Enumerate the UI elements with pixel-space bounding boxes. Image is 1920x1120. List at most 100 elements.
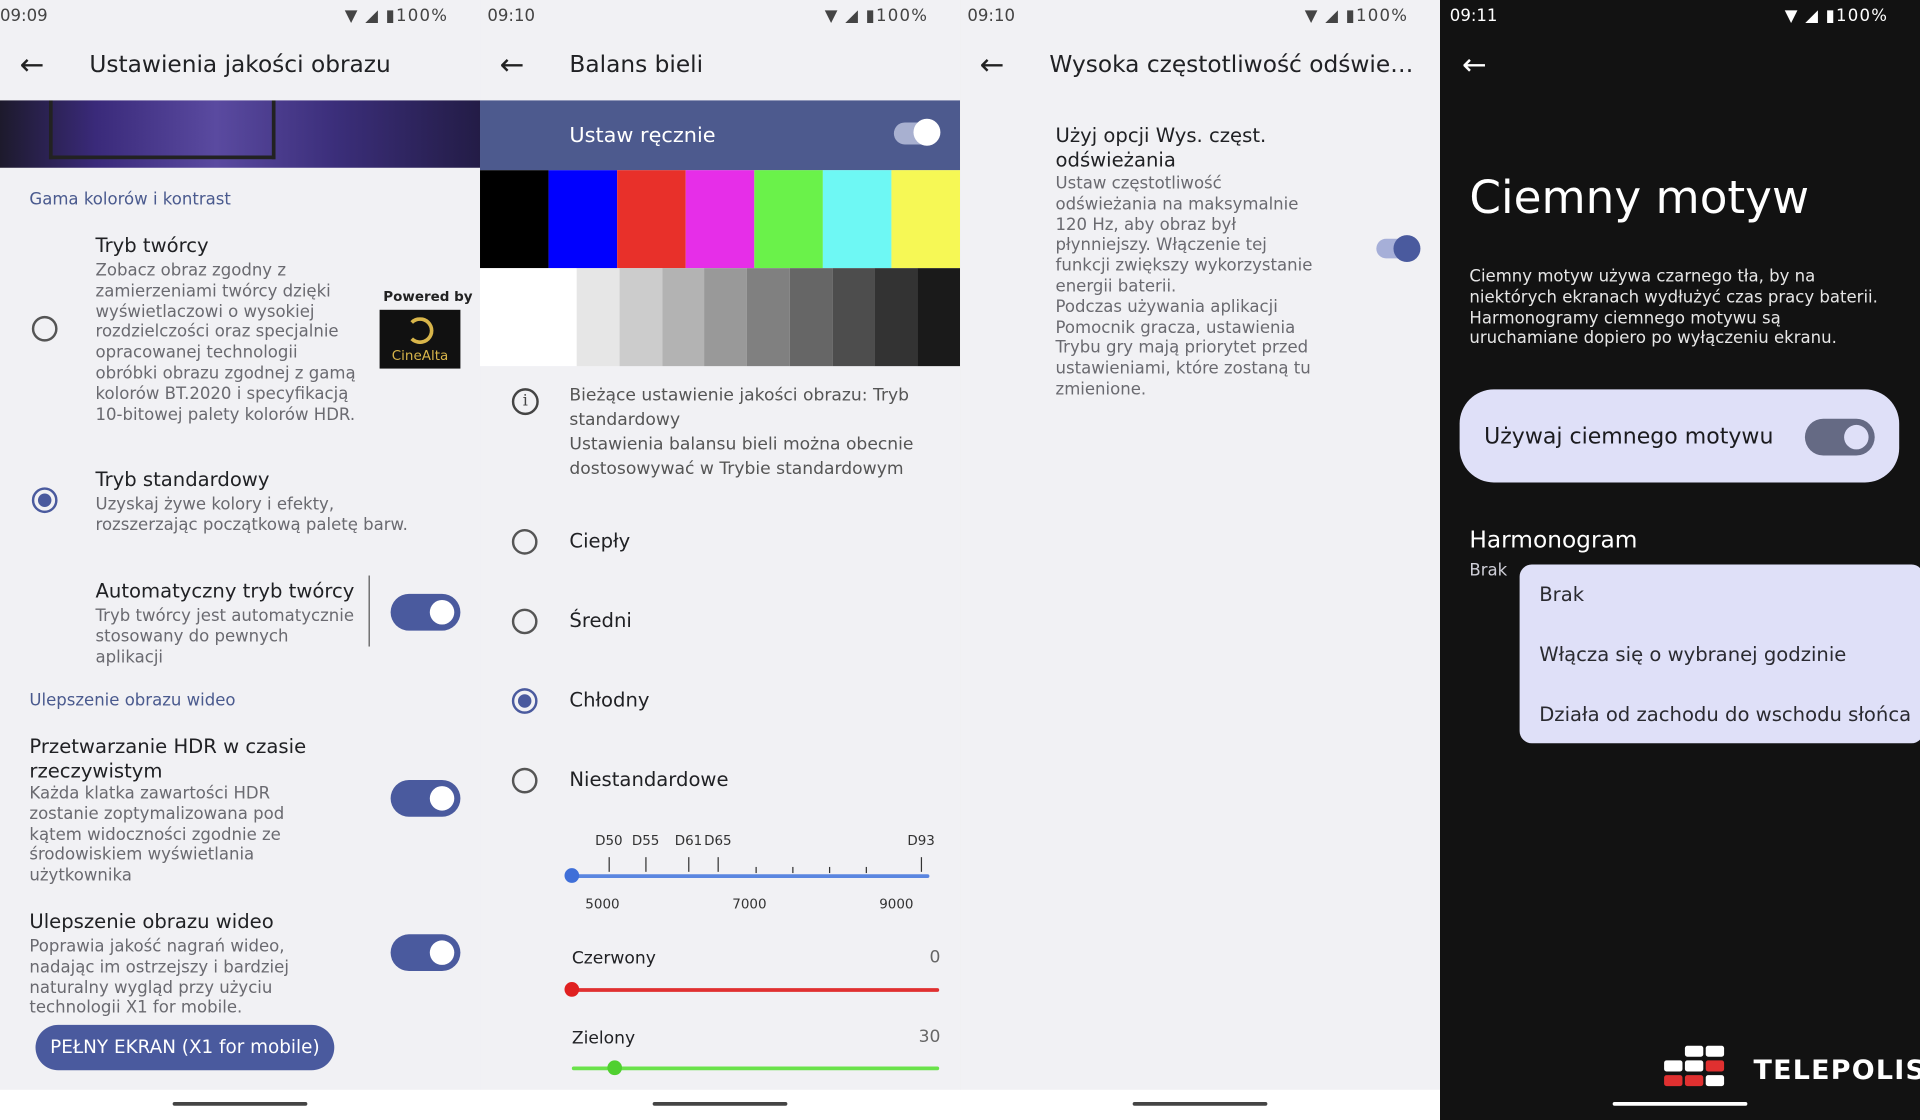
video-enhance-title: Ulepszenie obrazu wideo	[29, 909, 274, 934]
temp-thumb[interactable]	[564, 868, 580, 883]
red-track[interactable]	[571, 988, 940, 992]
home-pill[interactable]	[1612, 1102, 1748, 1106]
back-arrow-icon[interactable]: ←	[20, 47, 45, 84]
status-icons: ▼ ◢ ▮100%	[825, 6, 928, 26]
status-bar: 09:10 ▼ ◢ ▮100%	[960, 0, 1440, 32]
temp-scale: 5000	[585, 896, 620, 913]
panel-dark-theme: 09:11 ▼ ◢ ▮100% ← Ciemny motyw Ciemny mo…	[1440, 0, 1920, 1120]
battery-icon: ▮	[385, 6, 396, 26]
temp-scale: 7000	[732, 896, 767, 913]
schedule-menu: Brak Włącza się o wybranej godzinie Dzia…	[1519, 564, 1920, 744]
wifi-icon: ▼	[344, 6, 359, 26]
menu-item[interactable]: Działa od zachodu do wschodu słońca	[1539, 703, 1911, 726]
gray-bar	[480, 268, 577, 367]
color-bars	[480, 170, 961, 269]
refresh-option-desc: Ustaw częstotliwość odświeżania na maksy…	[1056, 174, 1325, 400]
back-arrow-icon[interactable]: ←	[500, 47, 525, 84]
info-text-line: Ustawienia balansu bieli można obecnie d…	[569, 434, 914, 479]
manual-setting-row[interactable]: Ustaw ręcznie	[480, 100, 961, 171]
gray-bars	[480, 268, 960, 367]
manual-toggle[interactable]	[893, 118, 941, 146]
dark-theme-toggle[interactable]	[1804, 418, 1875, 456]
red-thumb[interactable]	[564, 982, 580, 997]
color-bar	[822, 170, 892, 269]
signal-icon: ◢	[1325, 6, 1340, 26]
cinealta-logo-icon	[406, 317, 434, 345]
temp-track[interactable]	[571, 874, 930, 878]
gray-bar	[874, 268, 918, 367]
video-enhance-desc: Poprawia jakość nagrań wideo, nadając im…	[29, 936, 289, 1019]
temp-scale: 9000	[879, 896, 914, 913]
battery-level: 100%	[875, 6, 929, 26]
wb-option-label[interactable]: Średni	[569, 609, 631, 633]
use-dark-theme-label: Używaj ciemnego motywu	[1484, 423, 1774, 450]
preview-image	[0, 100, 481, 168]
color-bar	[548, 170, 618, 269]
temp-label: D50	[595, 832, 623, 849]
signal-icon: ◢	[365, 6, 380, 26]
temperature-slider[interactable]: D50 D55 D61 D65 D93 5000 7000 9000	[564, 828, 939, 914]
fullscreen-button[interactable]: PEŁNY EKRAN (X1 for mobile)	[35, 1024, 335, 1071]
back-arrow-icon[interactable]: ←	[1462, 47, 1487, 84]
battery-icon: ▮	[1825, 6, 1837, 26]
info-text-line: Bieżące ustawienie jakości obrazu: Tryb …	[569, 385, 910, 430]
status-bar: 09:10 ▼ ◢ ▮100%	[480, 0, 960, 32]
back-arrow-icon[interactable]: ←	[980, 47, 1005, 84]
temp-label: D55	[631, 832, 660, 849]
green-thumb[interactable]	[607, 1060, 623, 1076]
refresh-toggle[interactable]	[1376, 235, 1421, 263]
info-icon: i	[511, 388, 539, 416]
tick	[828, 866, 831, 874]
creator-mode-title: Tryb twórcy	[95, 233, 209, 258]
use-dark-theme-row[interactable]: Używaj ciemnego motywu	[1459, 389, 1900, 483]
wifi-icon: ▼	[1304, 6, 1319, 26]
gray-bar	[832, 268, 875, 367]
home-pill[interactable]	[172, 1102, 308, 1106]
section-header-video: Ulepszenie obrazu wideo	[29, 690, 236, 711]
home-pill[interactable]	[652, 1102, 788, 1106]
green-track[interactable]	[571, 1066, 940, 1071]
green-value: 30	[918, 1027, 941, 1047]
wb-option-label[interactable]: Ciepły	[569, 529, 630, 553]
wb-radio[interactable]	[511, 767, 538, 794]
tv-frame	[48, 100, 276, 160]
status-time: 09:11	[1449, 6, 1498, 26]
temp-label: D93	[907, 832, 935, 849]
menu-item[interactable]: Brak	[1539, 583, 1584, 606]
schedule-value: Brak	[1469, 560, 1508, 581]
refresh-desc-line: Ustaw częstotliwość odświeżania na maksy…	[1055, 173, 1313, 297]
refresh-option-title: Użyj opcji Wys. częst. odświeżania	[1055, 123, 1267, 172]
gray-bar	[789, 268, 833, 367]
schedule-title[interactable]: Harmonogram	[1469, 527, 1637, 554]
battery-level: 100%	[1355, 6, 1409, 26]
tick	[920, 857, 923, 872]
tick	[755, 866, 757, 874]
info-text: Bieżące ustawienie jakości obrazu: Tryb …	[569, 383, 924, 481]
app-bar: ←	[1440, 32, 1920, 101]
auto-creator-toggle[interactable]	[390, 593, 461, 631]
wb-radio[interactable]	[511, 688, 538, 714]
app-bar: ← Balans bieli	[480, 32, 960, 101]
radio-creator-mode[interactable]	[31, 315, 58, 342]
hdr-desc: Każda klatka zawartości HDR zostanie zop…	[29, 783, 285, 886]
wb-radio[interactable]	[511, 608, 538, 635]
tick	[792, 866, 794, 874]
nav-bar	[480, 1089, 961, 1120]
radio-standard-mode[interactable]	[31, 487, 58, 514]
menu-item[interactable]: Włącza się o wybranej godzinie	[1539, 643, 1846, 666]
page-title: Balans bieli	[569, 51, 704, 79]
hdr-title: Przetwarzanie HDR w czasie rzeczywistym	[29, 734, 307, 783]
wb-option-label[interactable]: Niestandardowe	[569, 768, 728, 792]
gray-bar	[661, 268, 705, 367]
video-enhance-toggle[interactable]	[390, 934, 461, 972]
auto-creator-title: Automatyczny tryb twórcy	[95, 579, 355, 603]
color-bar	[617, 170, 686, 269]
wb-option-label[interactable]: Chłodny	[569, 688, 649, 712]
page-title: Ciemny motyw	[1469, 171, 1810, 225]
signal-icon: ◢	[845, 6, 860, 26]
home-pill[interactable]	[1132, 1102, 1268, 1106]
color-bar	[480, 170, 549, 269]
wb-radio[interactable]	[511, 528, 538, 555]
hdr-toggle[interactable]	[390, 780, 461, 817]
nav-bar	[0, 1089, 481, 1120]
